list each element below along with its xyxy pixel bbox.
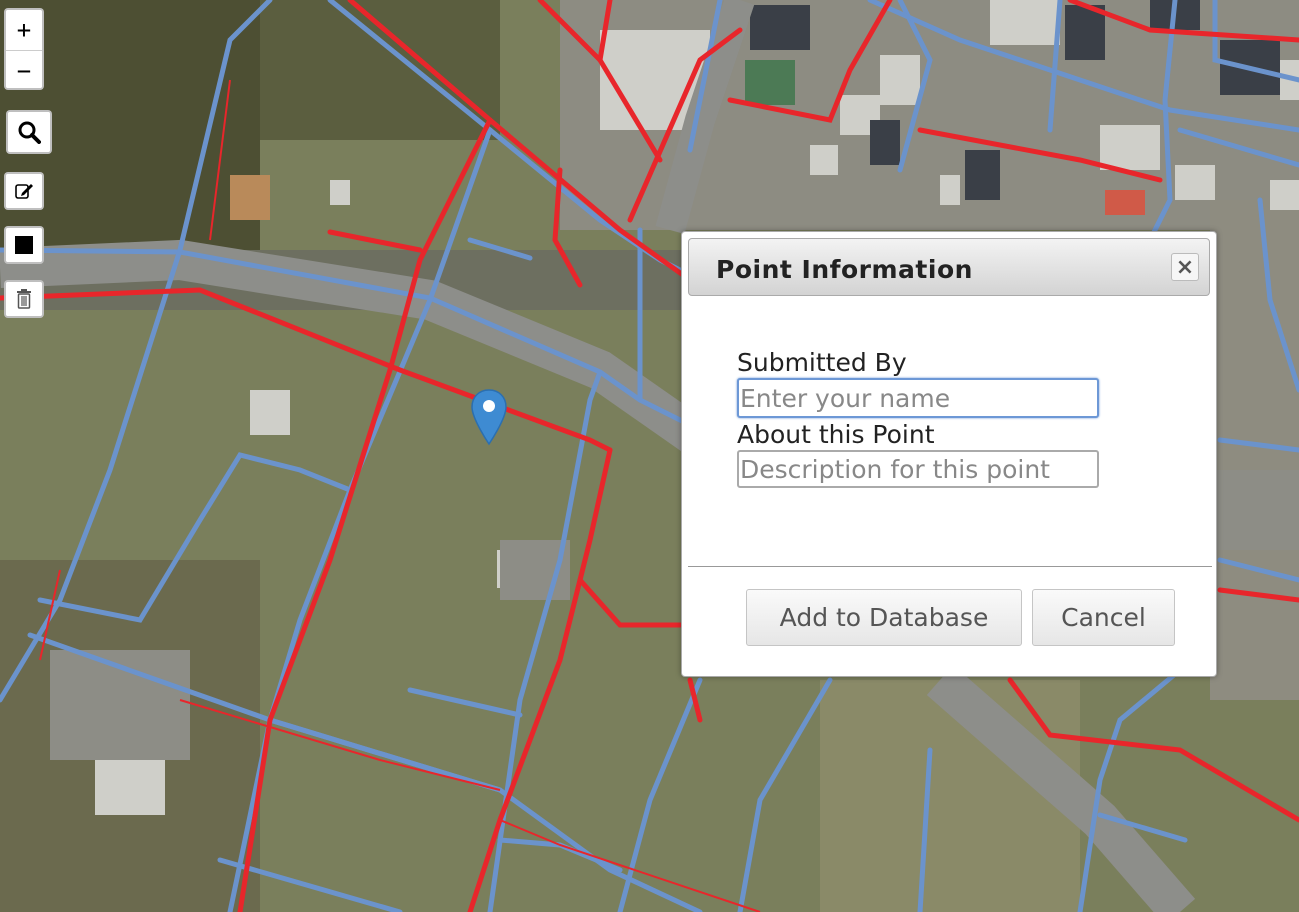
edit-icon bbox=[15, 184, 33, 199]
search-icon bbox=[18, 121, 41, 144]
trash-icon bbox=[17, 289, 31, 309]
submitted-by-input[interactable] bbox=[737, 378, 1099, 418]
close-button[interactable]: × bbox=[1171, 253, 1199, 281]
zoom-control: + − bbox=[4, 8, 44, 90]
point-form: Submitted By About this Point bbox=[737, 348, 1099, 488]
point-information-dialog: Point Information × Submitted By About t… bbox=[681, 231, 1217, 677]
search-button[interactable] bbox=[8, 112, 50, 152]
draw-control bbox=[4, 172, 44, 210]
search-control bbox=[6, 110, 52, 154]
delete-button[interactable] bbox=[6, 282, 42, 316]
zoom-out-button[interactable]: − bbox=[6, 50, 42, 88]
zoom-in-button[interactable]: + bbox=[6, 10, 42, 50]
marker-pin-icon bbox=[471, 389, 507, 446]
submitted-by-label: Submitted By bbox=[737, 348, 907, 377]
close-icon: × bbox=[1175, 254, 1195, 280]
dialog-header[interactable]: Point Information × bbox=[688, 238, 1210, 296]
cancel-button[interactable]: Cancel bbox=[1032, 589, 1175, 646]
map-marker[interactable] bbox=[470, 388, 508, 446]
edit-button[interactable] bbox=[6, 174, 42, 208]
draw-rectangle-button[interactable] bbox=[6, 228, 42, 262]
dialog-title: Point Information bbox=[716, 255, 973, 284]
dialog-divider bbox=[688, 566, 1212, 567]
delete-control bbox=[4, 280, 44, 318]
rectangle-control bbox=[4, 226, 44, 264]
about-point-label: About this Point bbox=[737, 420, 935, 449]
square-icon bbox=[15, 236, 33, 254]
add-to-database-button[interactable]: Add to Database bbox=[746, 589, 1022, 646]
about-point-input[interactable] bbox=[737, 450, 1099, 488]
